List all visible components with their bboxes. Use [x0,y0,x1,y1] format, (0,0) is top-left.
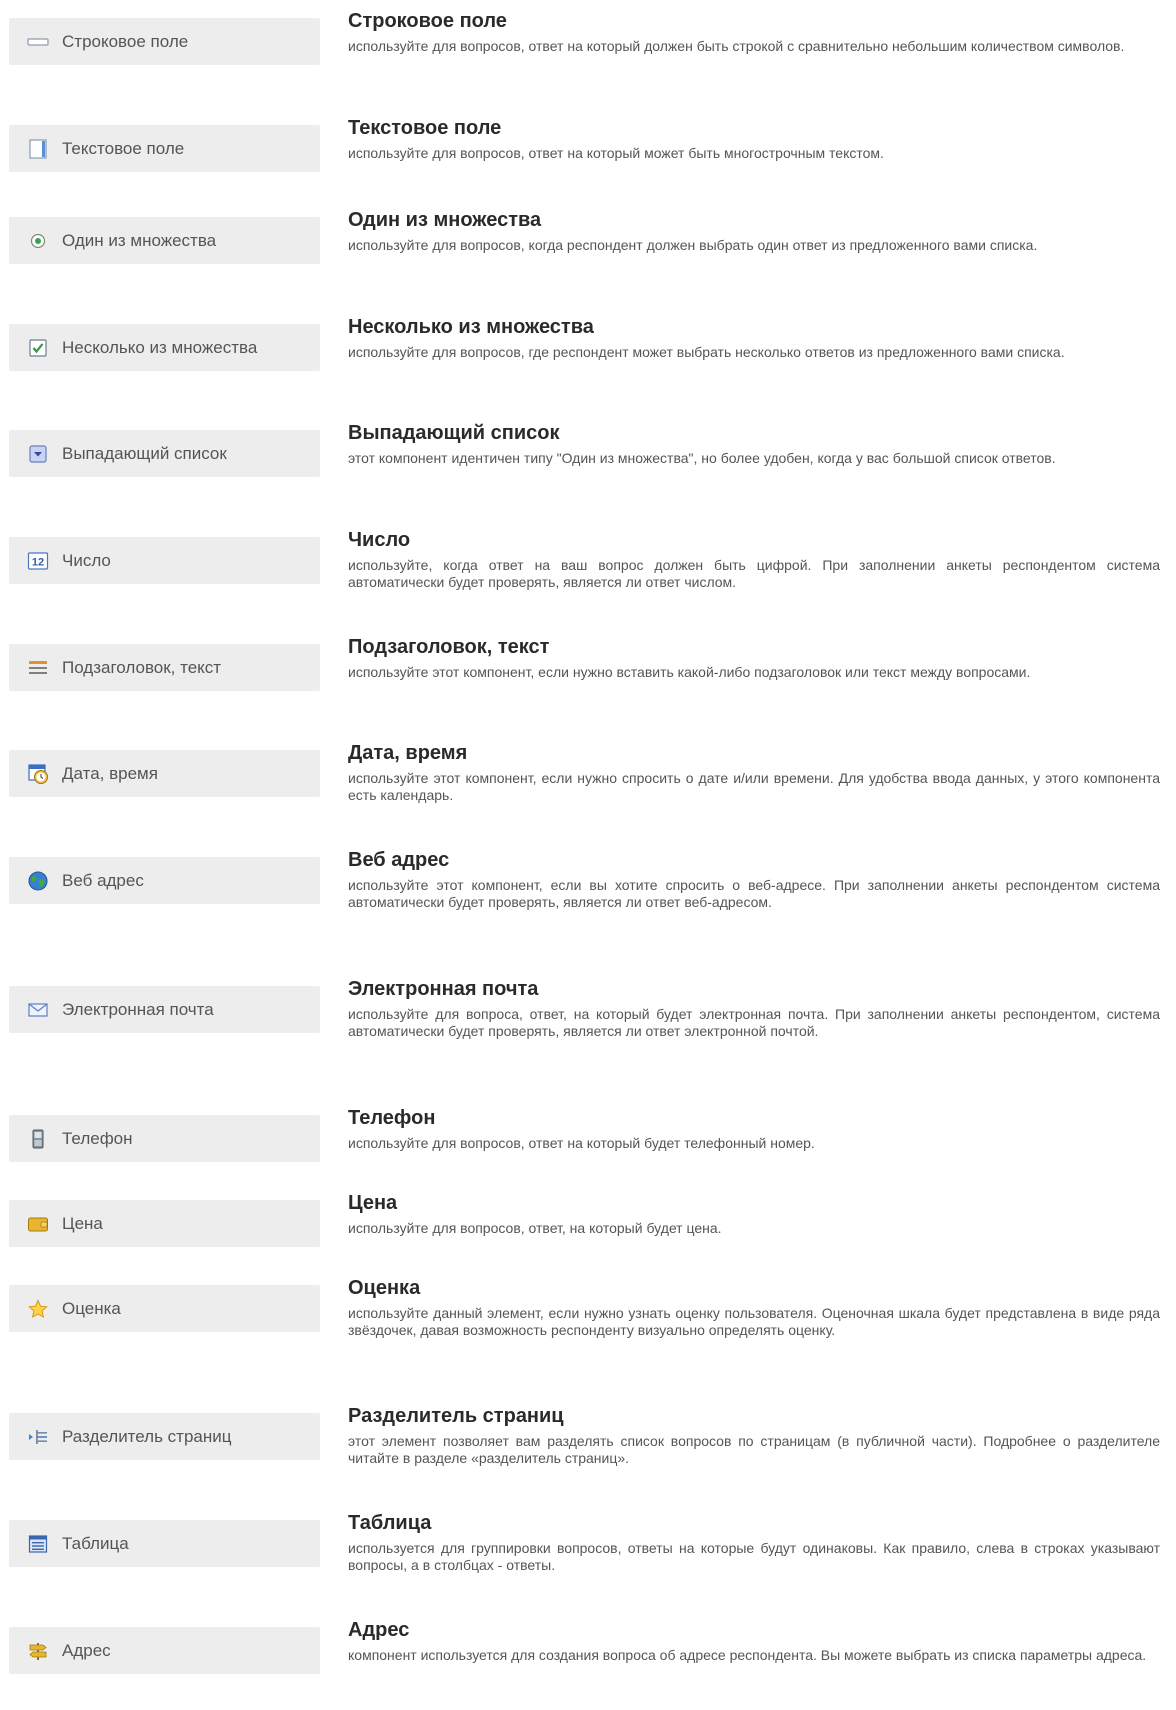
component-description: используйте этот компонент, если нужно в… [348,664,1031,680]
add-table-button[interactable]: Таблица [9,1520,320,1567]
add-textarea-button[interactable]: Текстовое поле [9,125,320,172]
add-subtitle-button[interactable]: Подзаголовок, текст [9,644,320,691]
component-info: Один из множества используйте для вопрос… [348,207,1160,254]
add-number-button[interactable]: 12 Число [9,537,320,584]
component-title: Телефон [348,1107,436,1129]
component-title: Дата, время [348,742,468,764]
component-description: используйте для вопросов, ответ на котор… [348,38,1125,54]
component-title: Цена [348,1192,398,1214]
component-label: Текстовое поле [62,138,185,158]
component-label: Строковое поле [62,31,189,51]
component-description: используется для группировки вопросов, о… [348,1540,1160,1573]
component-description: этот компонент идентичен типу "Один из м… [348,450,1056,466]
component-title: Выпадающий список [348,422,560,444]
add-price-button[interactable]: Цена [9,1200,320,1247]
component-title: Оценка [348,1277,421,1299]
component-info: Телефон используйте для вопросов, ответ … [348,1105,1160,1152]
radio-icon [27,230,49,252]
component-title: Текстовое поле [348,117,502,139]
add-text-field-button[interactable]: Строковое поле [9,18,320,65]
envelope-icon [27,999,49,1021]
add-address-button[interactable]: Адрес [9,1627,320,1674]
add-checkbox-button[interactable]: Несколько из множества [9,324,320,371]
checkbox-icon [27,337,49,359]
component-info: Веб адрес используйте этот компонент, ес… [348,847,1160,911]
table-icon [27,1533,49,1555]
add-rating-button[interactable]: Оценка [9,1285,320,1332]
number-icon: 12 [27,550,49,572]
add-page-separator-button[interactable]: Разделитель страниц [9,1413,320,1460]
component-info: Число используйте, когда ответ на ваш во… [348,527,1160,591]
component-title: Число [348,529,411,551]
add-phone-button[interactable]: Телефон [9,1115,320,1162]
component-info: Подзаголовок, текст используйте этот ком… [348,634,1160,681]
star-icon [27,1298,49,1320]
add-web-address-button[interactable]: Веб адрес [9,857,320,904]
component-label: Число [62,550,111,570]
component-label: Телефон [62,1128,133,1148]
subtitle-lines-icon [27,657,49,679]
component-label: Цена [62,1213,103,1233]
component-info: Оценка используйте данный элемент, если … [348,1275,1160,1339]
component-info: Текстовое поле используйте для вопросов,… [348,115,1160,162]
add-email-button[interactable]: Электронная почта [9,986,320,1033]
component-description: используйте для вопроса, ответ, на котор… [348,1006,1160,1039]
component-info: Несколько из множества используйте для в… [348,314,1160,361]
component-label: Электронная почта [62,999,214,1019]
component-label: Несколько из множества [62,337,258,357]
component-title: Таблица [348,1512,432,1534]
component-title: Строковое поле [348,10,507,32]
add-radio-button[interactable]: Один из множества [9,217,320,264]
textarea-icon [27,138,49,160]
component-title: Адрес [348,1619,410,1641]
component-label: Один из множества [62,230,217,250]
component-description: используйте, когда ответ на ваш вопрос д… [348,557,1160,590]
component-description: этот элемент позволяет вам разделять спи… [348,1433,1160,1466]
component-description: используйте этот компонент, если вы хоти… [348,877,1160,910]
number-icon-text: 12 [32,556,44,568]
component-label: Адрес [62,1640,111,1660]
component-description: используйте этот компонент, если нужно с… [348,770,1160,803]
text-field-icon [27,31,49,53]
component-info: Таблица используется для группировки воп… [348,1510,1160,1574]
component-title: Подзаголовок, текст [348,636,550,658]
page-separator-icon [27,1426,49,1448]
component-description: используйте для вопросов, где респондент… [348,344,1065,360]
component-info: Дата, время используйте этот компонент, … [348,740,1160,804]
component-label: Оценка [62,1298,121,1318]
component-info: Строковое поле используйте для вопросов,… [348,8,1160,55]
component-label: Выпадающий список [62,443,227,463]
component-info: Адрес компонент используется для создани… [348,1617,1160,1664]
globe-icon [27,870,49,892]
component-description: используйте для вопросов, ответ на котор… [348,1135,815,1151]
component-title: Разделитель страниц [348,1405,564,1427]
component-description: используйте для вопросов, когда респонде… [348,237,1038,253]
component-label: Веб адрес [62,870,144,890]
dropdown-icon [27,443,49,465]
component-title: Электронная почта [348,978,539,1000]
signpost-icon [27,1640,49,1662]
component-label: Дата, время [62,763,158,783]
component-label: Разделитель страниц [62,1426,232,1446]
component-description: используйте для вопросов, ответ, на кото… [348,1220,722,1236]
component-info: Выпадающий список этот компонент идентич… [348,420,1160,467]
phone-icon [27,1128,49,1150]
calendar-clock-icon [27,763,49,785]
component-info: Разделитель страниц этот элемент позволя… [348,1403,1160,1467]
add-datetime-button[interactable]: Дата, время [9,750,320,797]
component-info: Цена используйте для вопросов, ответ, на… [348,1190,1160,1237]
component-description: используйте данный элемент, если нужно у… [348,1305,1160,1338]
component-description: компонент используется для создания вопр… [348,1647,1147,1663]
component-description: используйте для вопросов, ответ на котор… [348,145,884,161]
component-title: Один из множества [348,209,542,231]
add-dropdown-button[interactable]: Выпадающий список [9,430,320,477]
component-title: Веб адрес [348,849,450,871]
component-label: Подзаголовок, текст [62,657,222,677]
price-icon [27,1213,49,1235]
component-label: Таблица [62,1533,129,1553]
component-title: Несколько из множества [348,316,594,338]
component-info: Электронная почта используйте для вопрос… [348,976,1160,1040]
